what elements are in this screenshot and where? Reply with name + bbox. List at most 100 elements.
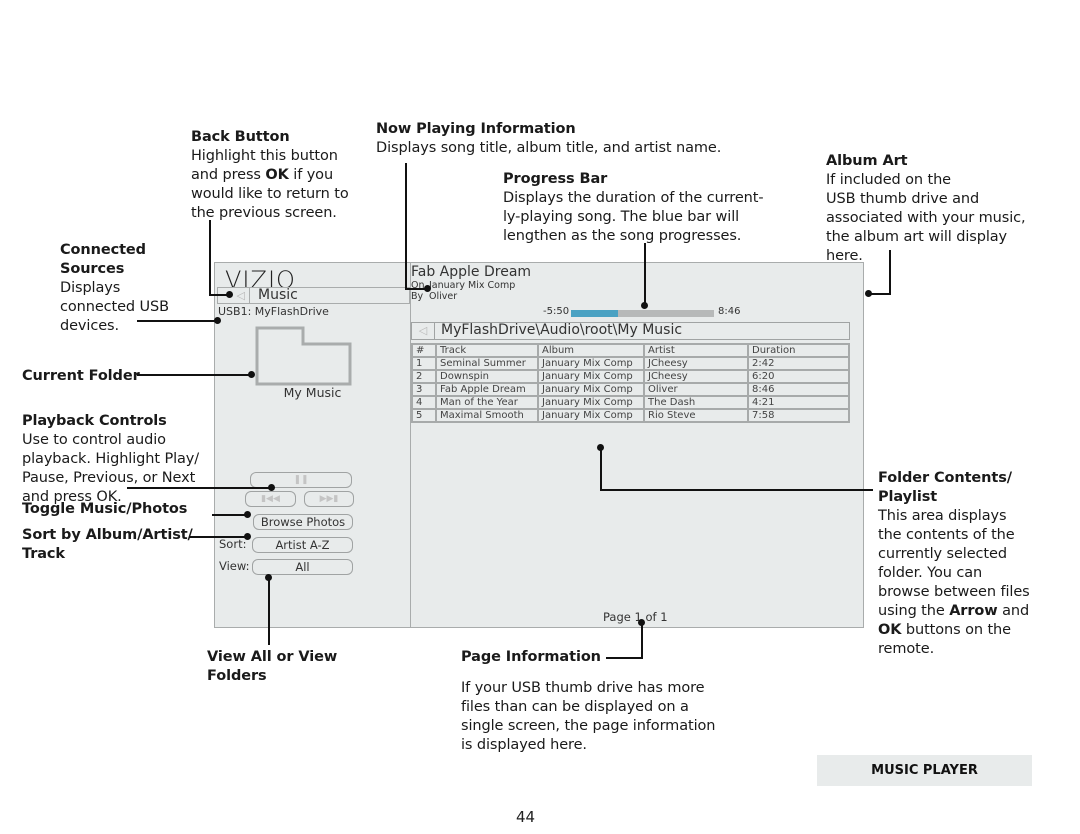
playlist-cell: 4:21 — [747, 395, 850, 410]
browse-photos-button[interactable]: Browse Photos — [253, 514, 353, 530]
sort-label: Sort: — [219, 537, 247, 551]
playlist-header-row: # Track Album Artist Duration — [411, 343, 850, 358]
playlist-cell: Fab Apple Dream — [435, 382, 539, 397]
leader-line — [212, 514, 247, 516]
callout-text: playback. Highlight Play/ — [22, 451, 200, 467]
playlist-cell: Seminal Summer — [435, 356, 539, 371]
callout-text: the previous screen. — [191, 205, 337, 221]
callout-text: connected USB — [60, 299, 170, 315]
playlist-row[interactable]: 4 Man of the Year January Mix Comp The Dash… — [411, 395, 850, 410]
callout-text: the contents of the — [878, 527, 1015, 543]
play-pause-button[interactable]: ❚❚ — [250, 472, 352, 488]
playlist-row[interactable]: 3 Fab Apple Dream January Mix Comp Oliver 8:… — [411, 382, 850, 397]
right-pane: Fab Apple Dream On January Mix Comp By Oli… — [411, 263, 863, 627]
playlist-cell: 6:20 — [747, 369, 850, 384]
folder-label: My Music — [283, 385, 342, 400]
playlist-row[interactable]: 1 Seminal Summer January Mix Comp JCheesy 2:… — [411, 356, 850, 371]
view-button[interactable]: All — [252, 559, 353, 575]
callout-text: currently selected — [878, 546, 1007, 562]
playlist-cell: The Dash — [643, 395, 749, 410]
playlist-row[interactable]: 2 Downspin January Mix Comp JCheesy 6:20 — [411, 369, 850, 384]
folder-path-bar: ◁ MyFlashDrive\Audio\root\My Music — [411, 322, 850, 340]
playlist-cell: Maximal Smooth — [435, 408, 539, 423]
callout-text: associated with your music, — [826, 210, 1026, 226]
callout-title: Playback Controls — [22, 413, 167, 429]
callout-text-bold: OK — [878, 622, 902, 638]
playlist-cell: 3 — [411, 382, 437, 397]
callout-title: Track — [22, 546, 65, 562]
playlist-cell: January Mix Comp — [537, 408, 645, 423]
artist-label: By — [411, 291, 424, 302]
callout-sort: Sort by Album/Artist/ Track — [22, 526, 193, 564]
playlist-cell: JCheesy — [643, 369, 749, 384]
leader-line — [405, 163, 407, 289]
callout-text: USB thumb drive and — [826, 191, 980, 207]
leader-line — [644, 243, 646, 304]
connected-source[interactable]: USB1: MyFlashDrive — [218, 305, 329, 318]
column-header: # — [411, 343, 437, 358]
playlist-cell: January Mix Comp — [537, 369, 645, 384]
next-icon: ▶▶▮ — [319, 494, 339, 504]
leader-dot — [268, 484, 275, 491]
callout-text: Displays song title, album title, and ar… — [376, 140, 722, 156]
leader-line — [209, 220, 211, 295]
section-label: Music — [258, 287, 298, 303]
artist-value: Oliver — [429, 291, 458, 302]
playlist-cell: 4 — [411, 395, 437, 410]
callout-playback-controls: Playback Controls Use to control audio p… — [22, 412, 199, 507]
callout-text: if you — [288, 167, 334, 183]
sort-button[interactable]: Artist A-Z — [252, 537, 353, 553]
playlist-cell: Man of the Year — [435, 395, 539, 410]
playlist-cell: JCheesy — [643, 356, 749, 371]
playlist-cell: Rio Steve — [643, 408, 749, 423]
next-button[interactable]: ▶▶▮ — [304, 491, 354, 507]
leader-dot — [638, 619, 645, 626]
playlist-cell: Oliver — [643, 382, 749, 397]
progress-fill — [571, 310, 619, 317]
leader-line — [889, 250, 891, 295]
callout-folder-contents: Folder Contents/ Playlist This area disp… — [878, 469, 1030, 659]
callout-back-button: Back Button Highlight this button and pr… — [191, 128, 349, 223]
back-arrow-icon: ◁ — [418, 324, 428, 337]
callout-text: If included on the — [826, 172, 952, 188]
playlist-row[interactable]: 5 Maximal Smooth January Mix Comp Rio Steve… — [411, 408, 850, 423]
leader-line — [127, 487, 272, 489]
callout-text: single screen, the page information — [461, 718, 716, 734]
music-player-screen: VIZIO ◁ Music USB1: MyFlashDrive My Musi… — [214, 262, 864, 628]
column-header: Artist — [643, 343, 749, 358]
progress-bar — [571, 310, 714, 317]
playlist-cell: 5 — [411, 408, 437, 423]
callout-text: lengthen as the song progresses. — [503, 228, 742, 244]
playlist-cell: 7:58 — [747, 408, 850, 423]
callout-text: would like to return to — [191, 186, 349, 202]
now-playing-artist: By Oliver — [411, 291, 457, 302]
leader-dot — [244, 511, 251, 518]
callout-title: Page Information — [461, 649, 601, 665]
playlist-cell: January Mix Comp — [537, 382, 645, 397]
callout-text: browse between files — [878, 584, 1030, 600]
callout-title: Sort by Album/Artist/ — [22, 527, 193, 543]
callout-text: Displays the duration of the current- — [503, 190, 764, 206]
column-header: Track — [435, 343, 539, 358]
leader-dot — [597, 444, 604, 451]
callout-title: Sources — [60, 261, 125, 277]
callout-text-bold: Arrow — [949, 603, 998, 619]
leader-line — [137, 320, 217, 322]
leader-line — [606, 657, 643, 659]
folder-path: MyFlashDrive\Audio\root\My Music — [441, 322, 683, 338]
left-pane: VIZIO ◁ Music USB1: MyFlashDrive My Musi… — [215, 263, 411, 627]
leader-dot — [865, 290, 872, 297]
callout-text: Displays — [60, 280, 121, 296]
playlist-table: # Track Album Artist Duration 1 Seminal Summer… — [411, 343, 850, 423]
callout-now-playing: Now Playing Information Displays song ti… — [376, 120, 721, 158]
callout-text: Highlight this button — [191, 148, 338, 164]
path-back-button[interactable]: ◁ — [412, 323, 435, 339]
previous-button[interactable]: ▮◀◀ — [245, 491, 296, 507]
folder-icon[interactable] — [255, 326, 367, 386]
callout-title: Toggle Music/Photos — [22, 501, 188, 517]
column-header: Duration — [747, 343, 850, 358]
previous-icon: ▮◀◀ — [261, 494, 280, 504]
callout-text: and press — [191, 167, 266, 183]
leader-line — [137, 374, 251, 376]
callout-title: Playlist — [878, 489, 938, 505]
